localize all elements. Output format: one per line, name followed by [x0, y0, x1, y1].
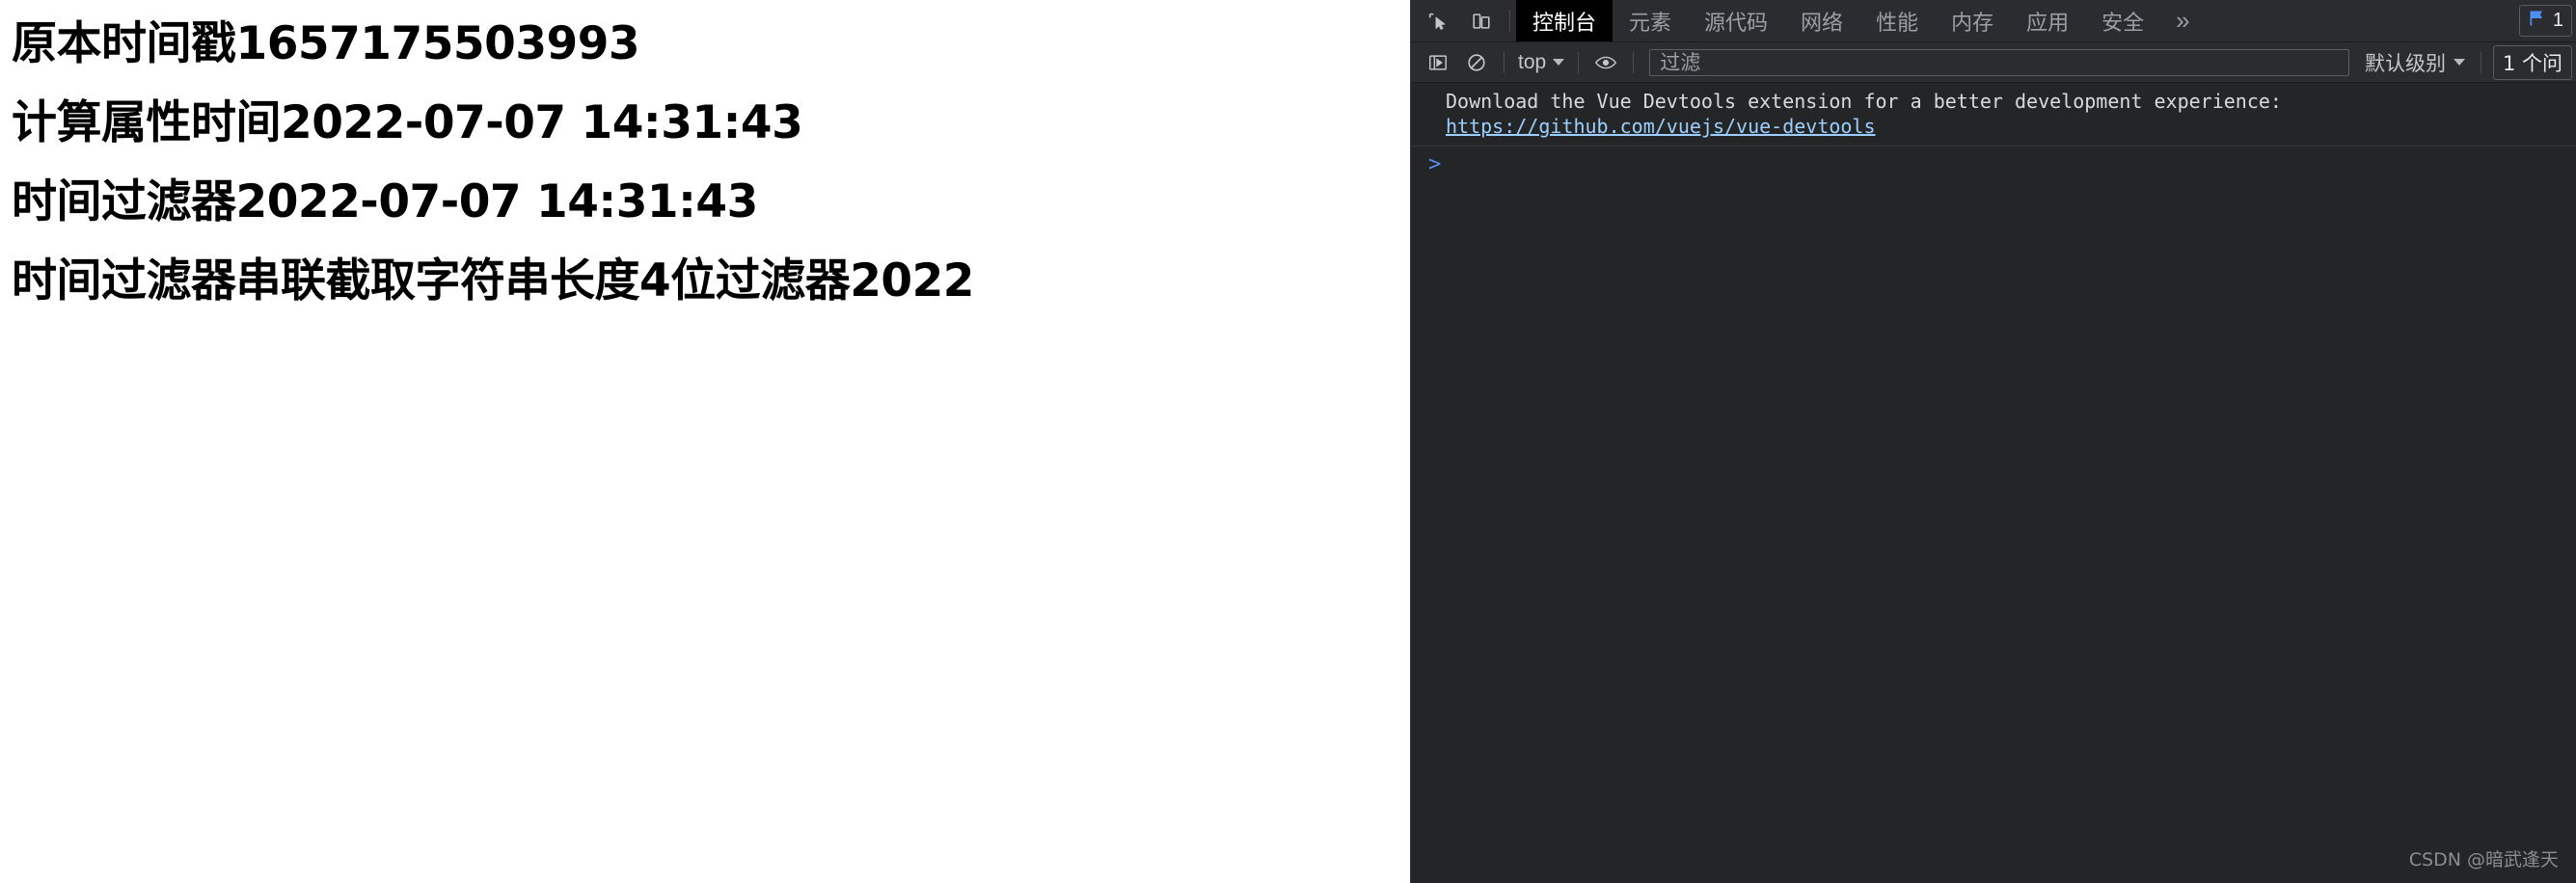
page-line-original-timestamp: 原本时间戳1657175503993	[12, 17, 640, 70]
issues-counter-button[interactable]: 1	[2518, 5, 2572, 37]
csdn-watermark: CSDN @暗武逢天	[2408, 849, 2559, 870]
inspect-element-icon[interactable]	[1415, 0, 1459, 41]
console-issues-button[interactable]: 1 个问	[2492, 44, 2572, 80]
console-level-selector[interactable]: 默认级别	[2357, 48, 2473, 77]
issues-counter-label: 1	[2552, 10, 2563, 31]
devtools-tab-security[interactable]: 安全	[2085, 0, 2160, 41]
toolbar-divider-1	[1504, 51, 1505, 73]
devtools-tabbar-right: 1	[2518, 0, 2576, 41]
console-filter-input[interactable]	[1658, 49, 2341, 75]
console-message-link[interactable]: https://github.com/vuejs/vue-devtools	[1446, 115, 1876, 138]
screen-root: 原本时间戳1657175503993 计算属性时间2022-07-07 14:3…	[0, 0, 2576, 883]
console-context-label: top	[1518, 50, 1547, 73]
devtools-tab-elements[interactable]: 元素	[1613, 0, 1688, 41]
more-tabs-icon[interactable]: »	[2160, 0, 2205, 41]
live-expression-icon[interactable]	[1586, 43, 1625, 82]
prompt-chevron-icon: >	[1428, 151, 1442, 176]
devtools-tab-memory[interactable]: 内存	[1935, 0, 2010, 41]
devtools-panel: 控制台 元素 源代码 网络 性能 内存 应用 安全 » 1 top 过滤 默认级…	[1410, 0, 2576, 883]
console-level-label: 默认级别	[2364, 51, 2446, 75]
tabbar-divider	[1509, 10, 1510, 32]
devtools-tab-performance[interactable]: 性能	[1859, 0, 1935, 41]
devtools-tabbar: 控制台 元素 源代码 网络 性能 内存 应用 安全 » 1	[1411, 0, 2576, 42]
console-message-vue-devtools: Download the Vue Devtools extension for …	[1411, 83, 2576, 147]
toolbar-divider-2	[1578, 51, 1580, 73]
page-line-computed-property-time: 计算属性时间2022-07-07 14:31:43	[12, 96, 803, 149]
devtools-tab-console[interactable]: 控制台	[1516, 0, 1613, 41]
console-message-text: Download the Vue Devtools extension for …	[1446, 90, 2282, 113]
console-filter-field[interactable]	[1649, 48, 2349, 76]
console-prompt-row[interactable]: >	[1411, 147, 2576, 177]
console-sidebar-icon[interactable]	[1419, 43, 1457, 82]
chevron-down-icon	[1553, 59, 1565, 66]
device-toolbar-icon[interactable]	[1459, 0, 1504, 41]
devtools-tab-network[interactable]: 网络	[1784, 0, 1859, 41]
console-output[interactable]: Download the Vue Devtools extension for …	[1411, 83, 2576, 883]
page-line-time-filter: 时间过滤器2022-07-07 14:31:43	[12, 175, 758, 228]
console-toolbar: top 默认级别 1 个问	[1411, 42, 2576, 83]
console-prompt-input[interactable]	[1441, 154, 2576, 177]
devtools-tab-application[interactable]: 应用	[2010, 0, 2085, 41]
clear-console-icon[interactable]	[1457, 43, 1496, 82]
web-page-viewport: 原本时间戳1657175503993 计算属性时间2022-07-07 14:3…	[0, 0, 1410, 883]
toolbar-divider-3	[1633, 51, 1635, 73]
page-line-chained-filter: 时间过滤器串联截取字符串长度4位过滤器2022	[12, 254, 975, 308]
console-context-selector[interactable]: top	[1512, 51, 1570, 74]
issues-flag-icon	[2528, 9, 2547, 33]
devtools-tab-sources[interactable]: 源代码	[1688, 0, 1784, 41]
chevron-down-icon	[2453, 59, 2465, 66]
